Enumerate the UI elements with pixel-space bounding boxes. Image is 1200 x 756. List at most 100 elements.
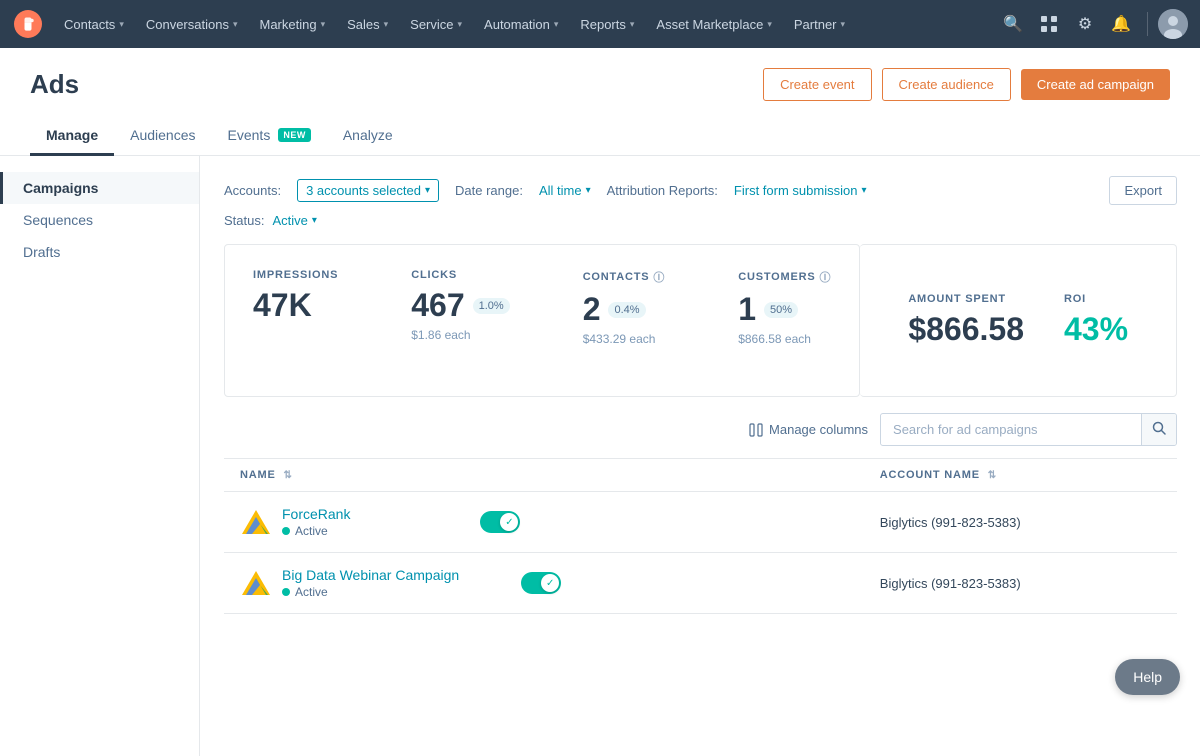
search-icon[interactable]: 🔍 [997, 8, 1029, 40]
stat-customers: CUSTOMERS ⓘ 1 50% $866.58 each [738, 269, 831, 346]
apps-icon[interactable] [1033, 8, 1065, 40]
right-stats: AMOUNT SPENT $866.58 ROI 43% [888, 269, 1148, 372]
campaign-table: NAME ⇅ ACCOUNT NAME ⇅ [224, 458, 1177, 614]
sidebar-item-campaigns[interactable]: Campaigns [0, 172, 199, 204]
impressions-label: IMPRESSIONS [253, 269, 338, 281]
sidebar-item-sequences[interactable]: Sequences [0, 204, 199, 236]
sort-icon: ⇅ [283, 470, 292, 481]
table-row: Big Data Webinar Campaign Active [224, 553, 1177, 614]
content-area: Accounts: 3 accounts selected ▾ Date ran… [200, 156, 1200, 756]
contacts-sub: $433.29 each [583, 332, 666, 346]
status-dot-active [282, 588, 290, 596]
search-box [880, 413, 1177, 446]
info-icon[interactable]: ⓘ [653, 269, 665, 285]
nav-service[interactable]: Service ▾ [400, 11, 472, 38]
create-campaign-button[interactable]: Create ad campaign [1021, 69, 1170, 100]
caret-down-icon: ▾ [861, 185, 866, 196]
toggle-knob: ✓ [541, 574, 559, 592]
table-col-name[interactable]: NAME ⇅ [224, 459, 864, 492]
campaign-status: Active [282, 585, 459, 599]
search-button[interactable] [1141, 414, 1176, 445]
hubspot-logo[interactable] [12, 8, 44, 40]
help-button[interactable]: Help [1115, 659, 1180, 695]
columns-icon [749, 423, 763, 437]
table-toolbar: Manage columns [224, 413, 1177, 446]
nav-conversations[interactable]: Conversations ▾ [136, 11, 248, 38]
create-event-button[interactable]: Create event [763, 68, 871, 101]
page-tabs: Manage Audiences Events NEW Analyze [30, 117, 1170, 155]
nav-reports[interactable]: Reports ▾ [570, 11, 644, 38]
settings-icon[interactable]: ⚙ [1069, 8, 1101, 40]
date-range-value[interactable]: All time ▾ [539, 183, 591, 198]
user-avatar[interactable] [1158, 9, 1188, 39]
chevron-down-icon: ▾ [841, 19, 846, 30]
nav-automation[interactable]: Automation ▾ [474, 11, 568, 38]
impressions-value: 47K [253, 287, 338, 324]
clicks-value: 467 [411, 287, 464, 324]
accounts-filter-value[interactable]: 3 accounts selected ▾ [297, 179, 439, 202]
table-cell-name: ForceRank Active ✓ [224, 492, 864, 553]
nav-icon-group: 🔍 ⚙ 🔔 [997, 8, 1188, 40]
tab-manage[interactable]: Manage [30, 117, 114, 156]
roi-value: 43% [1064, 311, 1128, 348]
stat-roi: ROI 43% [1064, 293, 1128, 348]
sort-icon: ⇅ [988, 470, 997, 481]
campaign-toggle: ✓ [521, 572, 561, 594]
notifications-icon[interactable]: 🔔 [1105, 8, 1137, 40]
caret-down-icon: ▾ [312, 215, 317, 226]
info-icon[interactable]: ⓘ [820, 269, 832, 285]
campaign-name-cell: ForceRank Active ✓ [240, 506, 848, 538]
header-actions: Create event Create audience Create ad c… [763, 68, 1170, 101]
main-stats-card: IMPRESSIONS 47K CLICKS 467 1.0% $1.86 ea… [224, 244, 860, 397]
customers-label: CUSTOMERS ⓘ [738, 269, 831, 285]
google-ads-icon [240, 506, 272, 538]
status-filter-value[interactable]: Active ▾ [272, 213, 316, 228]
roi-label: ROI [1064, 293, 1128, 305]
filter-bar: Accounts: 3 accounts selected ▾ Date ran… [224, 176, 1177, 205]
table-col-account[interactable]: ACCOUNT NAME ⇅ [864, 459, 1177, 492]
accounts-filter-label: Accounts: [224, 183, 281, 198]
table-cell-account: Biglytics (991-823-5383) [864, 492, 1177, 553]
contacts-badge: 0.4% [608, 302, 645, 318]
clicks-value-row: 467 1.0% [411, 287, 509, 324]
search-input[interactable] [881, 415, 1141, 444]
search-icon [1152, 421, 1166, 435]
nav-asset-marketplace[interactable]: Asset Marketplace ▾ [646, 11, 781, 38]
tab-analyze[interactable]: Analyze [327, 117, 409, 156]
toggle-switch[interactable]: ✓ [480, 511, 520, 533]
status-dot-active [282, 527, 290, 535]
manage-columns-button[interactable]: Manage columns [749, 422, 868, 437]
campaign-status: Active [282, 524, 350, 538]
tab-audiences[interactable]: Audiences [114, 117, 211, 156]
campaign-name-link[interactable]: ForceRank [282, 506, 350, 522]
sidebar: Campaigns Sequences Drafts [0, 156, 200, 756]
contacts-value: 2 [583, 291, 601, 328]
caret-down-icon: ▾ [425, 185, 430, 196]
new-badge: NEW [278, 128, 311, 142]
chevron-down-icon: ▾ [458, 19, 463, 30]
table-cell-account: Biglytics (991-823-5383) [864, 553, 1177, 614]
attribution-label: Attribution Reports: [607, 183, 718, 198]
nav-marketing[interactable]: Marketing ▾ [249, 11, 335, 38]
chevron-down-icon: ▾ [233, 19, 238, 30]
sidebar-item-drafts[interactable]: Drafts [0, 236, 199, 268]
campaign-name-link[interactable]: Big Data Webinar Campaign [282, 567, 459, 583]
page-header-top: Ads Create event Create audience Create … [30, 68, 1170, 101]
page-title: Ads [30, 69, 79, 100]
tab-events[interactable]: Events NEW [212, 117, 327, 156]
nav-contacts[interactable]: Contacts ▾ [54, 11, 134, 38]
attribution-value[interactable]: First form submission ▾ [734, 183, 867, 198]
nav-partner[interactable]: Partner ▾ [784, 11, 855, 38]
google-ads-icon [240, 567, 272, 599]
nav-sales[interactable]: Sales ▾ [337, 11, 398, 38]
chevron-down-icon: ▾ [321, 19, 326, 30]
export-button[interactable]: Export [1109, 176, 1177, 205]
chevron-down-icon: ▾ [554, 19, 559, 30]
toggle-knob: ✓ [500, 513, 518, 531]
stat-clicks: CLICKS 467 1.0% $1.86 each [411, 269, 509, 342]
table-cell-name: Big Data Webinar Campaign Active [224, 553, 864, 614]
toggle-switch[interactable]: ✓ [521, 572, 561, 594]
clicks-badge: 1.0% [473, 298, 510, 314]
page-header: Ads Create event Create audience Create … [0, 48, 1200, 156]
create-audience-button[interactable]: Create audience [882, 68, 1011, 101]
